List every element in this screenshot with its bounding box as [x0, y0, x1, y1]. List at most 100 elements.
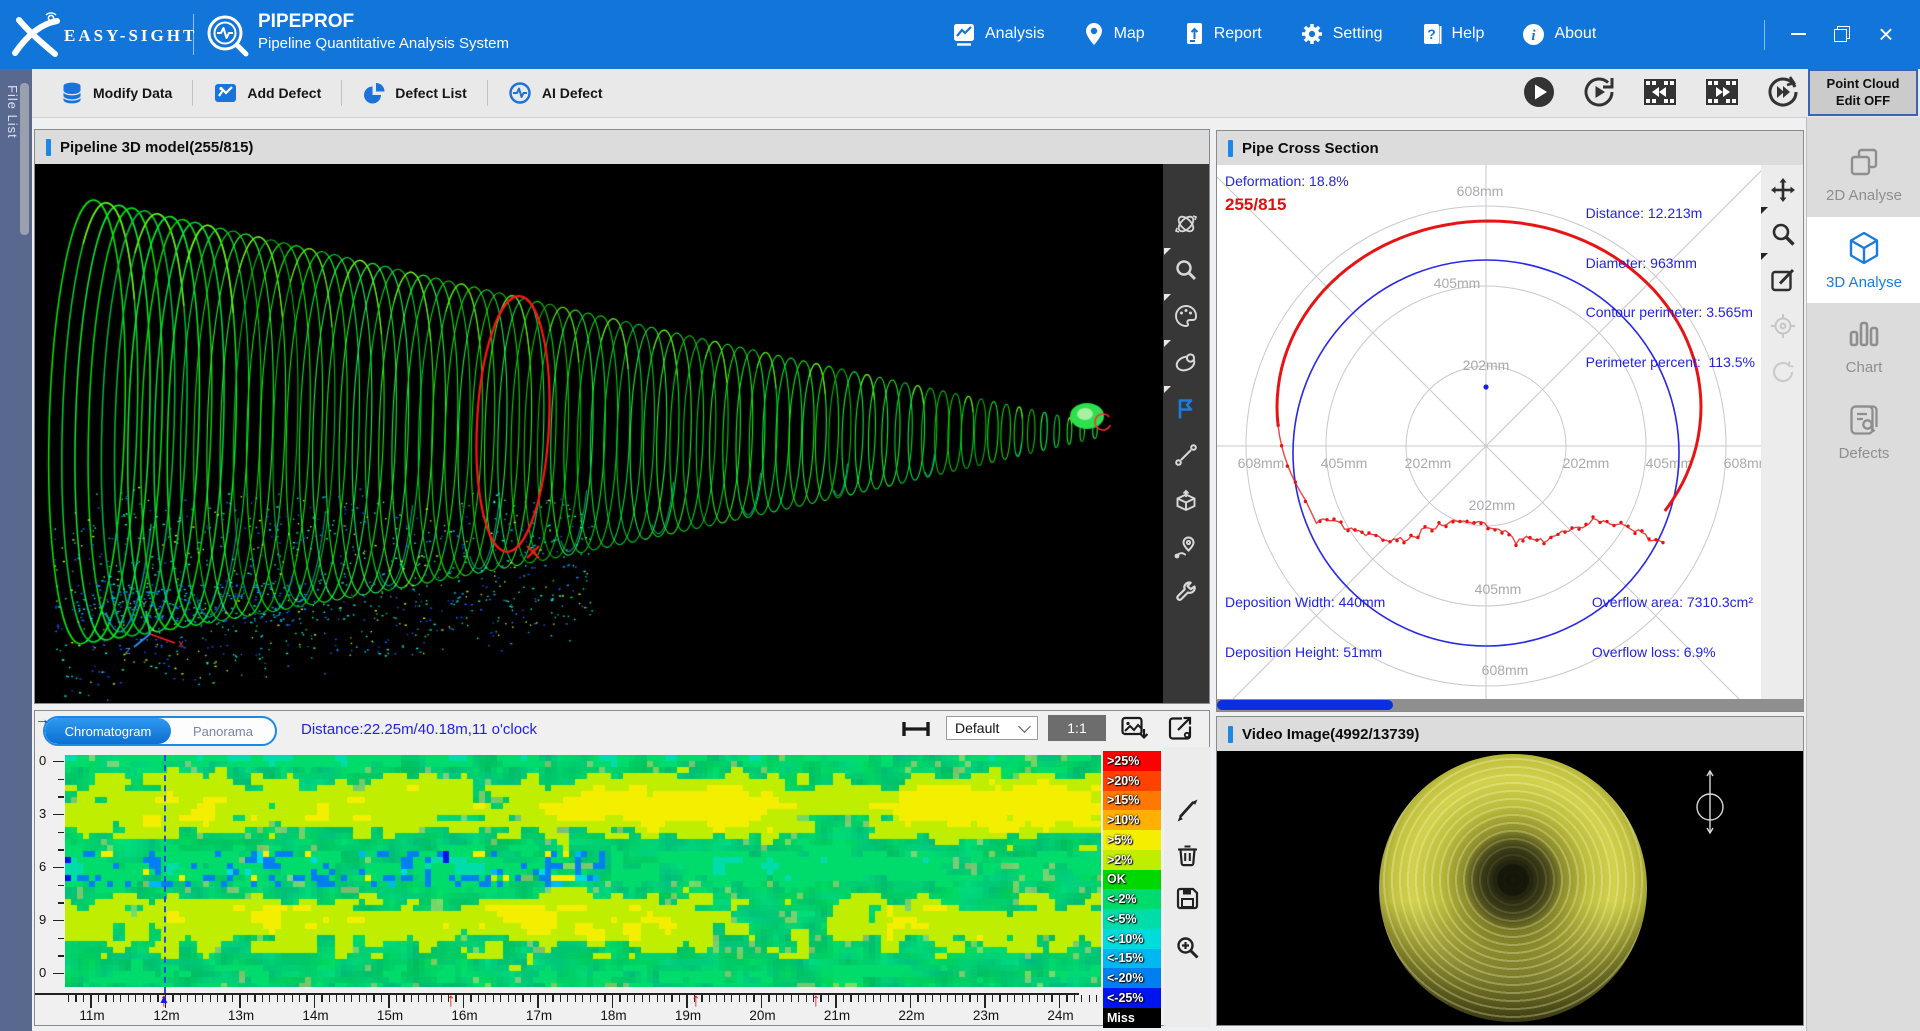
ruler-tick	[232, 995, 233, 1002]
ruler-tick	[344, 995, 345, 1002]
ruler-tick	[597, 995, 598, 1002]
scale-select[interactable]: Default	[946, 716, 1038, 740]
loop-play-button[interactable]	[1582, 75, 1616, 109]
edit-tool[interactable]	[1770, 267, 1794, 291]
slice-tool[interactable]	[1174, 350, 1198, 374]
measure-line-tool[interactable]	[1174, 443, 1198, 467]
ruler-tick	[515, 995, 516, 1002]
restore-button[interactable]	[1822, 14, 1862, 54]
zoom-tool[interactable]	[1174, 258, 1198, 282]
point-cloud-viewport[interactable]	[35, 164, 1163, 703]
rotate-3d-tool[interactable]	[1174, 212, 1198, 236]
ruler-tick	[522, 995, 523, 1002]
prev-frame-button[interactable]	[1642, 76, 1678, 108]
nav-map[interactable]: Map	[1083, 22, 1145, 46]
chromatogram-heatmap[interactable]	[65, 755, 1101, 987]
next-frame-button[interactable]	[1704, 76, 1740, 108]
save-image-icon[interactable]	[1121, 716, 1148, 741]
caliper-overlay-icon	[1687, 769, 1733, 835]
deposition-dot	[1280, 444, 1283, 447]
palette-tool[interactable]	[1174, 304, 1198, 328]
tab-panorama[interactable]: Panorama	[171, 718, 275, 744]
submenu-marker	[1164, 386, 1171, 393]
ruler-tick	[791, 995, 792, 1002]
ai-defect-button[interactable]: AI Defect	[488, 81, 623, 105]
deposition-dot	[1500, 531, 1503, 534]
distance-readout: Distance:22.25m/40.18m,11 o'clock	[301, 721, 537, 738]
pan-tool[interactable]	[1770, 177, 1794, 201]
ruler-tick	[724, 995, 725, 1002]
deposition-dot	[1612, 524, 1615, 527]
flag-mark-tool[interactable]	[1174, 397, 1198, 421]
deposition-dot	[1626, 525, 1629, 528]
ruler-tick	[806, 995, 807, 1002]
width-ruler-icon[interactable]	[901, 718, 931, 740]
ratio-1-1-button[interactable]: 1:1	[1048, 715, 1106, 741]
save-tool[interactable]	[1175, 886, 1199, 910]
ruler-tick	[969, 995, 970, 1002]
export-view-icon[interactable]	[1168, 716, 1194, 741]
point-cloud-edit-toggle[interactable]: Point Cloud Edit OFF	[1808, 69, 1918, 116]
nav-report[interactable]: Report	[1183, 22, 1262, 46]
scrollbar-thumb[interactable]	[1217, 700, 1393, 710]
distance-ruler[interactable]: 11m12m13m14m15m16m17m18m19m20m21m22m23m2…	[35, 993, 1211, 1027]
nav-setting[interactable]: Setting	[1300, 22, 1383, 46]
deposition-dot	[1542, 542, 1545, 545]
point-cloud-canvas[interactable]	[35, 164, 1163, 703]
close-button[interactable]: ×	[1866, 14, 1906, 54]
ruler-tick	[336, 995, 337, 1002]
overflow-area-stat: Overflow area: 7310.3cm²	[1592, 594, 1753, 612]
export-box-tool[interactable]	[1174, 489, 1198, 513]
ruler-tick	[217, 995, 218, 1002]
sidebar-item-2d-analyse[interactable]: 2D Analyse	[1807, 131, 1920, 217]
sidebar-item-3d-analyse[interactable]: 3D Analyse	[1807, 217, 1920, 303]
ruler-tick	[262, 995, 263, 1002]
deposition-dot	[1619, 521, 1622, 524]
nav-about[interactable]: i About	[1522, 23, 1596, 46]
clock-axis: 03690→	[35, 711, 65, 1027]
axis-tick	[53, 867, 64, 868]
view-tabs: Chromatogram Panorama	[43, 716, 277, 746]
pin-route-tool[interactable]	[1174, 535, 1198, 559]
deposition-dot	[1332, 517, 1335, 520]
ruler-tick	[746, 995, 747, 1002]
heatmap-canvas[interactable]	[65, 755, 1101, 987]
file-list-tab[interactable]: File List	[5, 85, 20, 139]
submenu-marker	[1761, 207, 1768, 214]
center-target-tool[interactable]	[1770, 313, 1794, 337]
fast-forward-button[interactable]	[1766, 75, 1800, 109]
brand-name: EASY-SIGHT	[64, 26, 197, 46]
legend-label: >25%	[1107, 754, 1139, 768]
defect-list-button[interactable]: Defect List	[342, 81, 487, 105]
ruler-tick	[865, 995, 866, 1002]
zoom-tool[interactable]	[1770, 221, 1794, 245]
deposition-dot	[1584, 523, 1587, 526]
file-list-scrollbar[interactable]	[20, 83, 29, 235]
axis-tick	[58, 832, 64, 833]
play-button[interactable]	[1522, 75, 1556, 109]
deposition-dot	[1661, 541, 1664, 544]
rotate-tool[interactable]	[1770, 359, 1794, 383]
ruler-label: 21m	[820, 1008, 854, 1023]
help-book-icon: ?	[1421, 22, 1443, 46]
add-defect-button[interactable]: Add Defect	[193, 81, 341, 105]
sidebar-item-defects[interactable]: Defects	[1807, 389, 1920, 475]
zoom-in-tool[interactable]	[1175, 935, 1199, 959]
delete-tool[interactable]	[1175, 842, 1199, 866]
bar-chart-icon	[1847, 317, 1881, 351]
cross-section-plot[interactable]: 608mm405mm202mm202mm405mm608mm608mm405mm…	[1217, 165, 1761, 699]
cross-section-scrollbar[interactable]	[1217, 699, 1803, 711]
ruler-tick	[329, 995, 330, 1002]
sidebar-item-chart[interactable]: Chart	[1807, 303, 1920, 389]
modify-data-button[interactable]: Modify Data	[40, 81, 192, 106]
clock-position-arrow: →	[35, 711, 65, 728]
legend-label: >15%	[1107, 793, 1139, 807]
pen-annotate-tool[interactable]	[1175, 797, 1199, 821]
ruler-tick	[1059, 995, 1060, 1008]
wrench-tool[interactable]	[1174, 580, 1198, 604]
video-viewport[interactable]	[1217, 751, 1803, 1025]
minimize-button[interactable]	[1778, 14, 1818, 54]
nav-help[interactable]: ? Help	[1421, 22, 1485, 46]
nav-analysis[interactable]: Analysis	[952, 22, 1045, 46]
ruler-tick	[858, 995, 859, 1002]
